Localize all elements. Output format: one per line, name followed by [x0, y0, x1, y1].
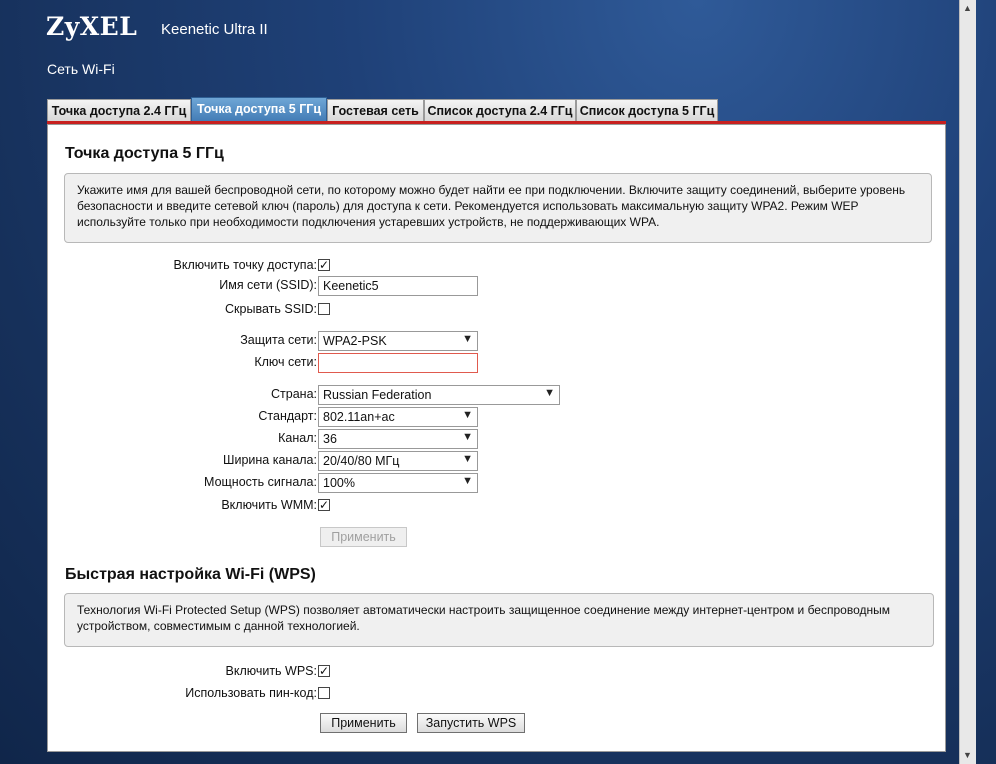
chevron-down-icon: ▼: [462, 409, 473, 421]
signal-power-value: 100%: [323, 476, 355, 490]
scroll-up-icon[interactable]: ▲: [963, 3, 972, 13]
enable-wps-row: Включить WPS: ✓: [48, 662, 947, 682]
wps-info-box: Технология Wi-Fi Protected Setup (WPS) п…: [64, 593, 934, 647]
hide-ssid-checkbox[interactable]: [318, 303, 330, 315]
channel-width-value: 20/40/80 МГц: [323, 454, 400, 468]
chevron-down-icon: ▼: [462, 333, 473, 345]
ap-info-box: Укажите имя для вашей беспроводной сети,…: [64, 173, 932, 243]
standard-row: Стандарт: 802.11an+ac ▼: [48, 407, 947, 427]
key-label: Ключ сети:: [254, 355, 317, 369]
country-select[interactable]: Russian Federation ▼: [318, 385, 560, 405]
tab-ap-5[interactable]: Точка доступа 5 ГГц: [191, 97, 327, 123]
enable-ap-checkbox[interactable]: ✓: [318, 259, 330, 271]
use-pin-label: Использовать пин-код:: [185, 686, 317, 700]
hide-ssid-label: Скрывать SSID:: [225, 302, 317, 316]
channel-width-select[interactable]: 20/40/80 МГц ▼: [318, 451, 478, 471]
chevron-down-icon: ▼: [544, 387, 555, 399]
tab-access-list-24[interactable]: Список доступа 2.4 ГГц: [424, 99, 576, 121]
section-title: Сеть Wi-Fi: [47, 61, 115, 77]
brand-logo: ZyXEL: [46, 12, 138, 41]
apply-button-disabled[interactable]: Применить: [320, 527, 407, 547]
ssid-row: Имя сети (SSID): Keenetic5: [48, 276, 947, 296]
check-icon: ✓: [319, 498, 330, 512]
channel-width-row: Ширина канала: 20/40/80 МГц ▼: [48, 451, 947, 471]
chevron-down-icon: ▼: [462, 431, 473, 443]
ssid-label: Имя сети (SSID):: [219, 278, 317, 292]
check-icon: ✓: [319, 258, 330, 272]
security-select[interactable]: WPA2-PSK ▼: [318, 331, 478, 351]
enable-wps-label: Включить WPS:: [225, 664, 318, 678]
wps-apply-button[interactable]: Применить: [320, 713, 407, 733]
device-model: Keenetic Ultra II: [161, 21, 268, 38]
chevron-down-icon: ▼: [462, 453, 473, 465]
use-pin-row: Использовать пин-код:: [48, 684, 947, 704]
network-key-input[interactable]: [318, 353, 478, 373]
channel-select[interactable]: 36 ▼: [318, 429, 478, 449]
enable-ap-label: Включить точку доступа:: [173, 258, 317, 272]
wmm-row: Включить WMM: ✓: [48, 496, 947, 516]
use-pin-checkbox[interactable]: [318, 687, 330, 699]
security-value: WPA2-PSK: [323, 334, 387, 348]
scroll-down-icon[interactable]: ▼: [963, 750, 972, 760]
country-label: Страна:: [271, 387, 317, 401]
hide-ssid-row: Скрывать SSID:: [48, 300, 947, 320]
signal-power-select[interactable]: 100% ▼: [318, 473, 478, 493]
ssid-input[interactable]: Keenetic5: [318, 276, 478, 296]
ap-section-title: Точка доступа 5 ГГц: [65, 145, 224, 162]
signal-power-row: Мощность сигнала: 100% ▼: [48, 473, 947, 493]
tab-access-list-5[interactable]: Список доступа 5 ГГц: [576, 99, 718, 121]
check-icon: ✓: [319, 664, 330, 678]
wmm-label: Включить WMM:: [221, 498, 317, 512]
enable-wps-checkbox[interactable]: ✓: [318, 665, 330, 677]
country-row: Страна: Russian Federation ▼: [48, 385, 947, 405]
scrollbar[interactable]: ▲ ▼: [959, 0, 976, 764]
security-label: Защита сети:: [240, 333, 317, 347]
channel-label: Канал:: [278, 431, 317, 445]
standard-select[interactable]: 802.11an+ac ▼: [318, 407, 478, 427]
security-row: Защита сети: WPA2-PSK ▼: [48, 331, 947, 351]
channel-width-label: Ширина канала:: [223, 453, 317, 467]
wmm-checkbox[interactable]: ✓: [318, 499, 330, 511]
channel-value: 36: [323, 432, 337, 446]
wps-section-title: Быстрая настройка Wi-Fi (WPS): [65, 566, 316, 583]
settings-panel: Точка доступа 5 ГГц Укажите имя для ваше…: [47, 124, 946, 752]
signal-power-label: Мощность сигнала:: [204, 475, 317, 489]
tab-guest-network[interactable]: Гостевая сеть: [327, 99, 424, 121]
chevron-down-icon: ▼: [462, 475, 473, 487]
channel-row: Канал: 36 ▼: [48, 429, 947, 449]
country-value: Russian Federation: [323, 388, 432, 402]
tab-ap-24[interactable]: Точка доступа 2.4 ГГц: [47, 99, 191, 121]
key-row: Ключ сети:: [48, 353, 947, 373]
enable-ap-row: Включить точку доступа: ✓: [48, 256, 947, 276]
standard-label: Стандарт:: [258, 409, 317, 423]
standard-value: 802.11an+ac: [323, 410, 395, 424]
start-wps-button[interactable]: Запустить WPS: [417, 713, 525, 733]
